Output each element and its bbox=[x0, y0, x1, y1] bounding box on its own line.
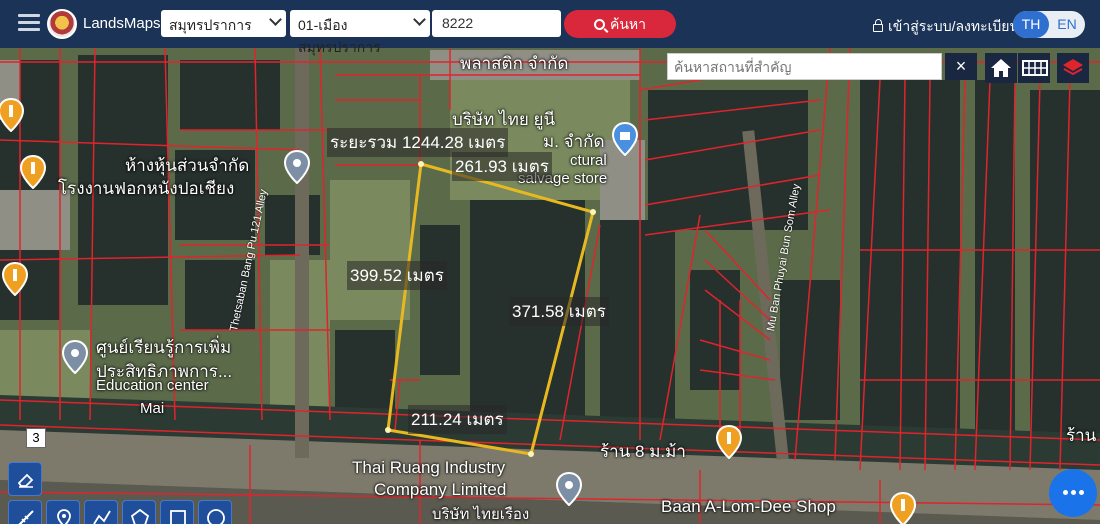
more-options-button[interactable] bbox=[1049, 469, 1097, 517]
polyline-icon bbox=[93, 510, 111, 524]
brand-name: LandsMaps bbox=[83, 15, 161, 32]
home-icon bbox=[991, 59, 1011, 77]
top-navbar: LandsMaps สมุทรปราการ 01-เมืองสมุทรปรากา… bbox=[0, 0, 1100, 55]
login-label: เข้าสู่ระบบ/ลงทะเบียน bbox=[888, 18, 1020, 34]
square-tool-button[interactable] bbox=[160, 500, 194, 524]
map-label-thai-ruang-2: Company Limited bbox=[374, 480, 507, 499]
hamburger-icon[interactable] bbox=[18, 14, 40, 32]
layers-icon bbox=[1063, 59, 1083, 76]
map-label-mai: Mai bbox=[140, 400, 165, 417]
province-select[interactable]: สมุทรปราการ bbox=[161, 10, 286, 37]
chevron-down-icon bbox=[269, 13, 282, 26]
place-search-input[interactable] bbox=[667, 53, 942, 80]
restaurant-pin-icon[interactable] bbox=[2, 262, 28, 296]
map-label-shop-8: ร้าน 8 ม.ม้า bbox=[600, 442, 686, 461]
circle-select-icon bbox=[207, 509, 225, 524]
location-pin-icon[interactable] bbox=[62, 340, 88, 374]
restaurant-pin-icon[interactable] bbox=[0, 98, 24, 132]
restaurant-pin-icon[interactable] bbox=[20, 155, 46, 189]
login-link[interactable]: เข้าสู่ระบบ/ลงทะเบียน bbox=[873, 16, 1019, 38]
parcel-number-input[interactable]: 8222 bbox=[432, 10, 561, 37]
more-icon bbox=[1062, 490, 1068, 495]
home-button[interactable] bbox=[985, 53, 1017, 83]
district-select-value: 01-เมืองสมุทรปราการ bbox=[298, 17, 381, 55]
lang-th-button[interactable]: TH bbox=[1013, 11, 1049, 38]
measurement-top-label: 261.93 เมตร bbox=[452, 152, 552, 181]
search-icon bbox=[593, 19, 605, 30]
grid-icon bbox=[1022, 60, 1048, 76]
chevron-down-icon bbox=[413, 13, 426, 26]
lock-icon bbox=[873, 19, 883, 32]
map-label-company-top-2: ม. จำกัด bbox=[543, 132, 605, 151]
location-pin-icon bbox=[57, 509, 71, 524]
measurement-left-label: 399.52 เมตร bbox=[347, 261, 447, 290]
map-label-learning-center: ศูนย์เรียนรู้การเพิ่ม bbox=[96, 338, 232, 357]
map-label-thai-ruang: Thai Ruang Industry bbox=[352, 458, 506, 477]
shape-icon bbox=[130, 508, 150, 524]
search-button-label: ค้นหา bbox=[609, 16, 647, 32]
shape-tool-button[interactable] bbox=[122, 500, 156, 524]
ruler-button[interactable] bbox=[8, 500, 42, 524]
district-select[interactable]: 01-เมืองสมุทรปราการ bbox=[290, 10, 430, 55]
circle-tool-button[interactable] bbox=[198, 500, 232, 524]
language-toggle: TH EN bbox=[1013, 11, 1085, 38]
landsmaps-logo bbox=[47, 9, 77, 39]
lang-en-button[interactable]: EN bbox=[1049, 11, 1085, 38]
measurement-bottom-label: 211.24 เมตร bbox=[408, 405, 507, 434]
map-label-company-top: พลาสติก จำกัด bbox=[460, 54, 569, 73]
map-label-factory: โรงงานฟอกหนังปอเชียง bbox=[58, 179, 235, 198]
restaurant-pin-icon[interactable] bbox=[716, 425, 742, 459]
clear-search-button[interactable]: × bbox=[945, 53, 977, 80]
pin-tool-button[interactable] bbox=[46, 500, 80, 524]
ruler-icon bbox=[18, 510, 34, 524]
map-label-thai-ruang-th: บริษัท ไทยเรือง bbox=[432, 506, 530, 523]
polyline-tool-button[interactable] bbox=[84, 500, 118, 524]
layers-button[interactable] bbox=[1057, 53, 1089, 83]
shopping-pin-icon[interactable] bbox=[612, 122, 638, 156]
square-select-icon bbox=[170, 510, 186, 524]
restaurant-pin-icon[interactable] bbox=[890, 492, 916, 524]
map-label-baan-shop: Baan A-Lom-Dee Shop bbox=[661, 497, 836, 516]
map-label-right-edge: ร้าน bbox=[1066, 426, 1097, 445]
eraser-icon bbox=[17, 473, 34, 488]
road-number-sign: 3 bbox=[26, 428, 46, 448]
map-label-salvage: ctural bbox=[570, 152, 607, 169]
eraser-button[interactable] bbox=[8, 462, 42, 496]
province-select-value: สมุทรปราการ bbox=[169, 17, 252, 33]
search-button[interactable]: ค้นหา bbox=[564, 10, 676, 38]
location-pin-icon[interactable] bbox=[556, 472, 582, 506]
grid-button[interactable] bbox=[1018, 53, 1050, 83]
measurement-right-label: 371.58 เมตร bbox=[509, 297, 609, 326]
location-pin-icon[interactable] bbox=[284, 150, 310, 184]
map-label-education-center: Education center bbox=[96, 377, 209, 394]
